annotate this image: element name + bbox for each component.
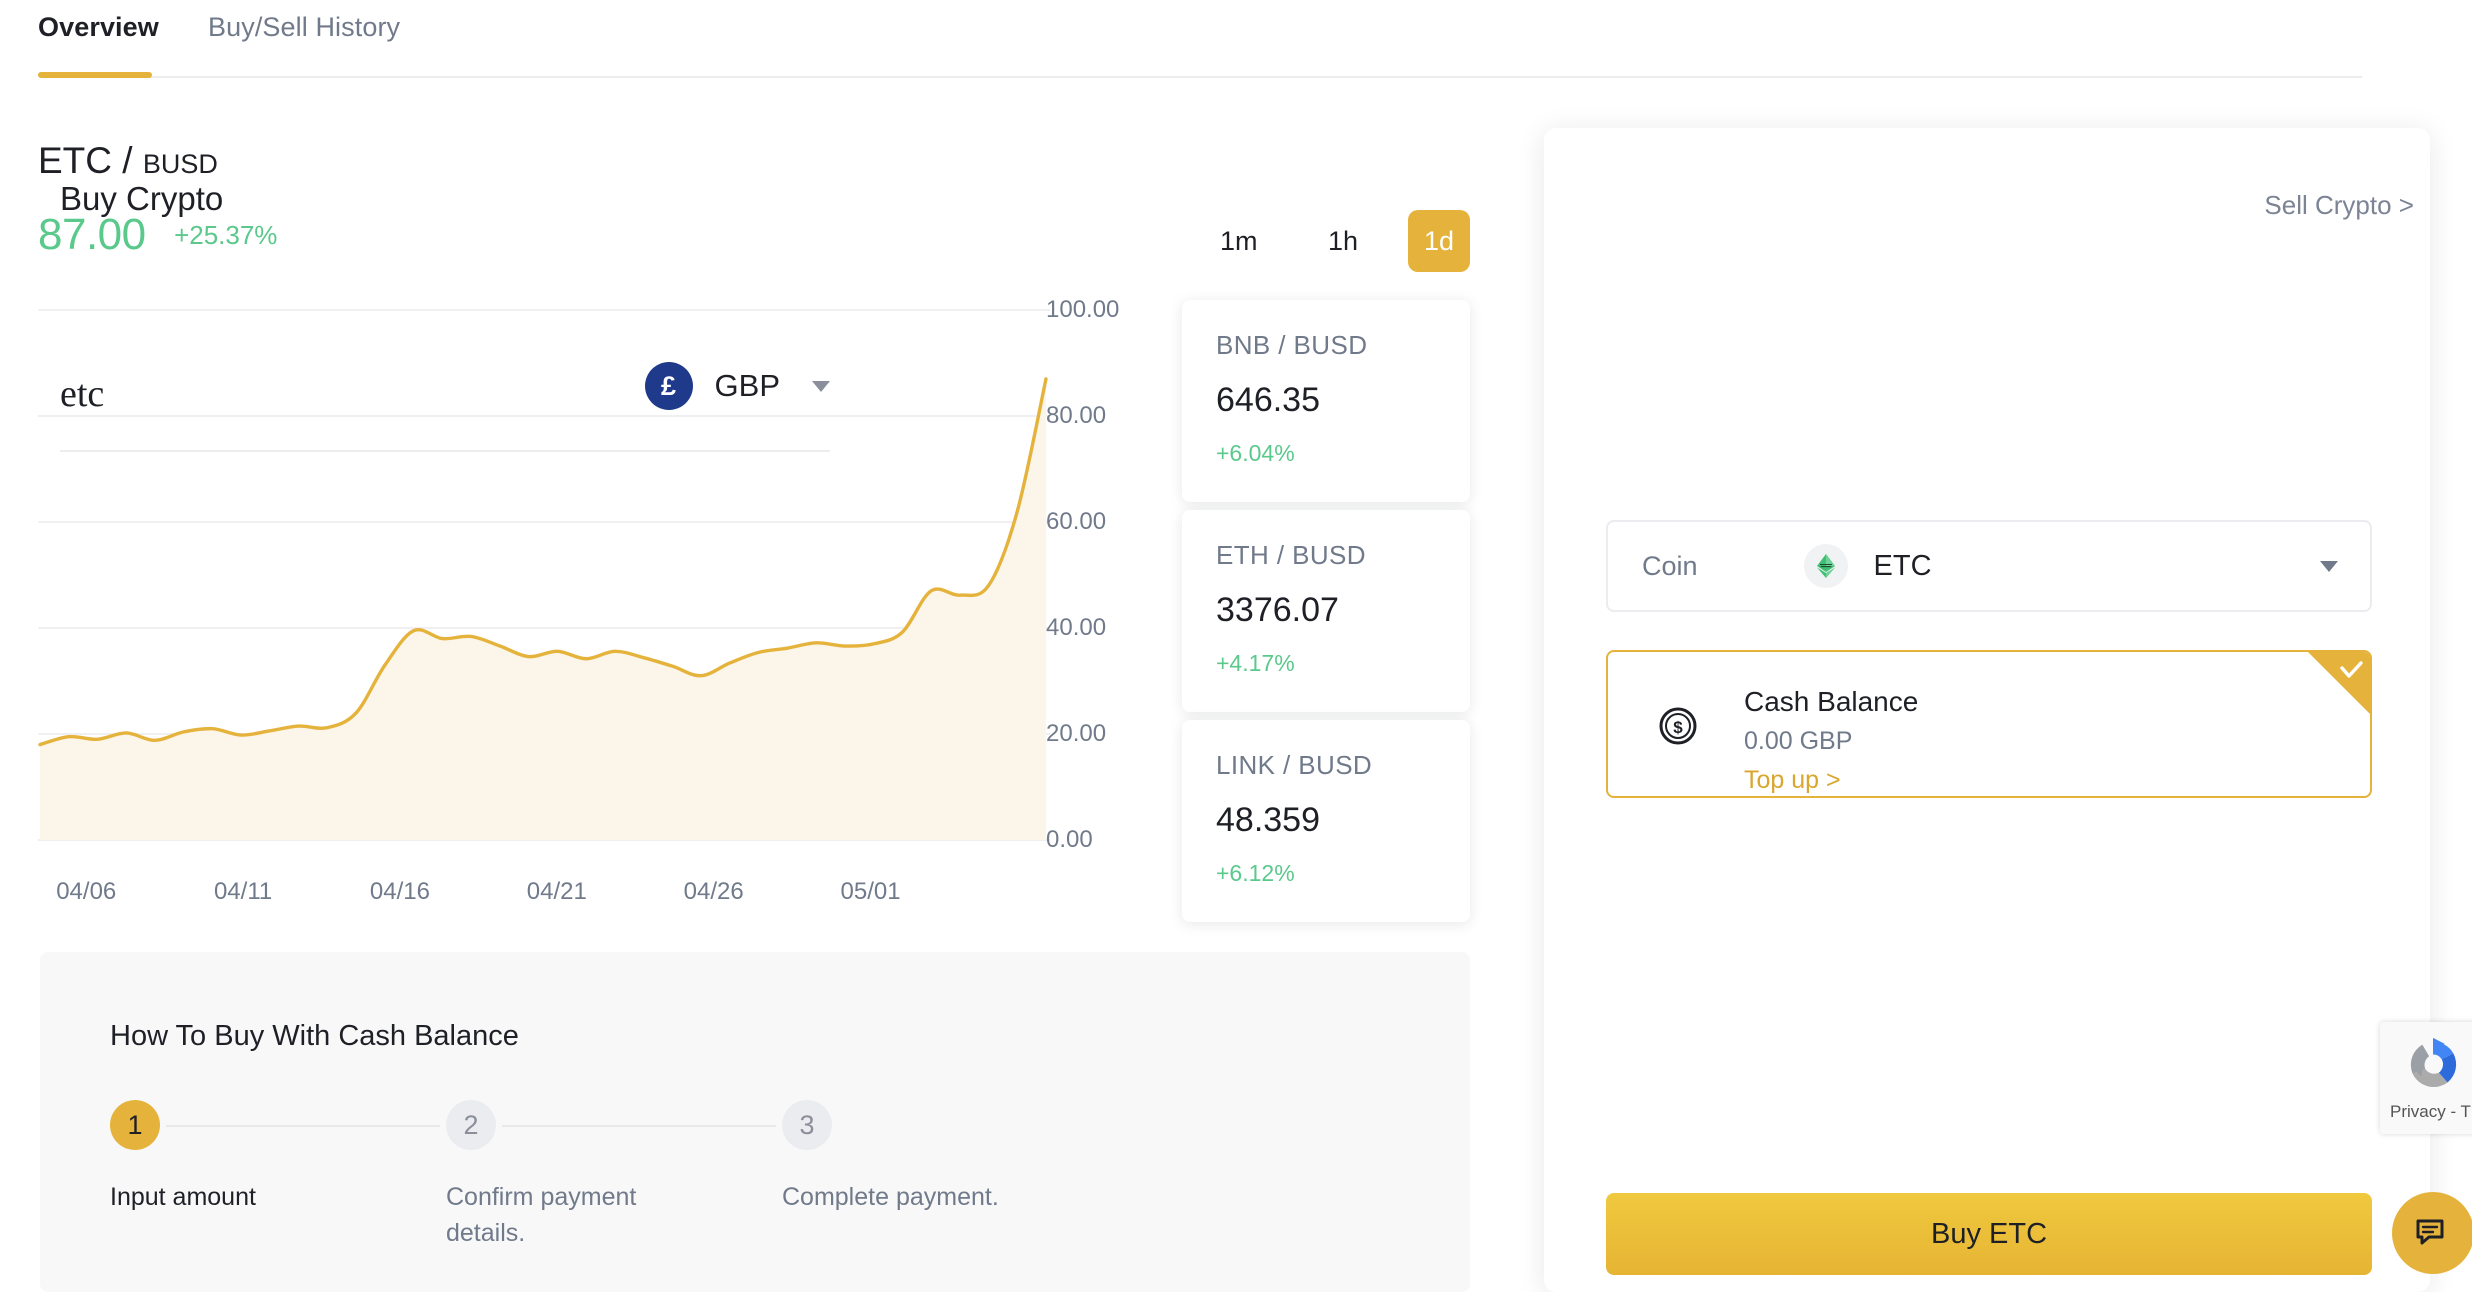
- ticker-card[interactable]: BNB / BUSD 646.35 +6.04%: [1182, 300, 1470, 502]
- ticker-card[interactable]: LINK / BUSD 48.359 +6.12%: [1182, 720, 1470, 922]
- ticker-pair: ETH / BUSD: [1216, 540, 1366, 570]
- chart-x-tick: 04/21: [526, 878, 587, 905]
- payment-method-cash-balance[interactable]: $ Cash Balance 0.00 GBP Top up >: [1606, 650, 2372, 798]
- step-number: 3: [782, 1100, 832, 1150]
- payment-method-name: Cash Balance: [1744, 686, 1919, 717]
- chart-y-tick: 100.00: [1046, 296, 1120, 323]
- etc-coin-icon: [1803, 544, 1848, 588]
- chart-x-axis: 04/06 04/11 04/16 04/21 04/26 05/01: [38, 878, 1050, 918]
- pair-separator: /: [122, 140, 133, 181]
- pair-base: ETC: [38, 140, 112, 181]
- ticker-change: +6.04%: [1216, 440, 1295, 466]
- chart-y-tick: 20.00: [1046, 720, 1107, 747]
- tab-overview[interactable]: Overview: [38, 12, 159, 43]
- sell-crypto-link[interactable]: Sell Crypto >: [2264, 190, 2414, 221]
- chevron-down-icon: [812, 380, 830, 392]
- timeframe-1d[interactable]: 1d: [1408, 210, 1470, 272]
- top-up-link[interactable]: Top up >: [1744, 766, 1841, 795]
- payment-method-balance: 0.00 GBP: [1744, 727, 1853, 755]
- amount-input[interactable]: [60, 340, 530, 448]
- chart-x-tick: 04/06: [56, 878, 117, 905]
- binance-buy-crypto-page: Overview Buy/Sell History ETC / BUSD 87.…: [0, 0, 2472, 1292]
- chart-x-tick: 05/01: [840, 878, 901, 905]
- recaptcha-privacy-text[interactable]: Privacy - T: [2390, 1102, 2471, 1122]
- active-tab-indicator: [38, 72, 152, 78]
- tab-buy-sell-history[interactable]: Buy/Sell History: [208, 12, 400, 43]
- ticker-change: +4.17%: [1216, 650, 1295, 676]
- chart-y-tick: 40.00: [1046, 614, 1107, 641]
- ticker-pair: BNB / BUSD: [1216, 330, 1368, 360]
- step-number: 2: [446, 1100, 496, 1150]
- step-connector: [166, 1125, 440, 1127]
- coin-selector-label: Coin: [1642, 550, 1698, 581]
- amount-row: £ GBP: [60, 340, 830, 452]
- chart-x-tick: 04/16: [369, 878, 430, 905]
- step-label: Input amount: [110, 1183, 256, 1211]
- how-to-buy-steps: 1 Input amount 2 Confirm payment details. 3 C…: [110, 1100, 1110, 1280]
- currency-selector[interactable]: £ GBP: [644, 362, 830, 410]
- ticker-pair: LINK / BUSD: [1216, 750, 1373, 780]
- how-to-buy-section: How To Buy With Cash Balance 1 Input amou…: [40, 952, 1470, 1292]
- timeframe-1m[interactable]: 1m: [1206, 210, 1272, 272]
- how-to-buy-title: How To Buy With Cash Balance: [110, 1020, 519, 1052]
- coin-selector[interactable]: Coin ETC: [1606, 520, 2372, 612]
- chevron-down-icon: [2320, 560, 2338, 572]
- chart-y-tick: 0.00: [1046, 826, 1093, 853]
- currency-symbol-badge: £: [644, 362, 693, 410]
- tab-bar: Overview Buy/Sell History: [0, 0, 2472, 78]
- dollar-coin-icon: $: [1656, 704, 1700, 748]
- ticker-change: +6.12%: [1216, 860, 1295, 886]
- ticker-list: BNB / BUSD 646.35 +6.04% ETH / BUSD 3376.07 +…: [1182, 300, 1492, 930]
- step-number: 1: [110, 1100, 160, 1150]
- pair-quote: BUSD: [142, 149, 218, 179]
- selected-coin-code: ETC: [1873, 549, 1932, 582]
- page-title: ETC / BUSD: [38, 140, 218, 182]
- svg-text:$: $: [1673, 718, 1683, 737]
- chart-x-tick: 04/26: [683, 878, 744, 905]
- chart-y-axis: 0.00 20.00 40.00 60.00 80.00 100.00: [1046, 296, 1166, 870]
- chat-bubble-icon: [2416, 1219, 2444, 1245]
- recaptcha-icon: [2402, 1034, 2464, 1096]
- tab-divider: [40, 76, 2362, 78]
- ticker-price: 3376.07: [1216, 591, 1339, 629]
- step-label: Confirm payment details.: [446, 1183, 637, 1247]
- chart-x-tick: 04/11: [213, 878, 273, 905]
- step-label: Complete payment.: [782, 1183, 999, 1211]
- chart-y-tick: 60.00: [1046, 508, 1107, 535]
- buy-crypto-title: Buy Crypto: [60, 180, 224, 217]
- currency-code: GBP: [714, 368, 780, 403]
- recaptcha-badge[interactable]: Privacy - T: [2380, 1022, 2472, 1134]
- price-change-percent: +25.37%: [174, 220, 278, 250]
- timeframe-1h[interactable]: 1h: [1312, 210, 1374, 272]
- buy-etc-button[interactable]: Buy ETC: [1606, 1193, 2372, 1275]
- ticker-price: 48.359: [1216, 801, 1320, 839]
- selected-check-corner: [2308, 652, 2370, 714]
- ticker-card[interactable]: ETH / BUSD 3376.07 +4.17%: [1182, 510, 1470, 712]
- step-connector: [502, 1125, 776, 1127]
- chart-y-tick: 80.00: [1046, 402, 1107, 429]
- chat-support-button[interactable]: [2392, 1192, 2472, 1274]
- ticker-price: 646.35: [1216, 381, 1320, 419]
